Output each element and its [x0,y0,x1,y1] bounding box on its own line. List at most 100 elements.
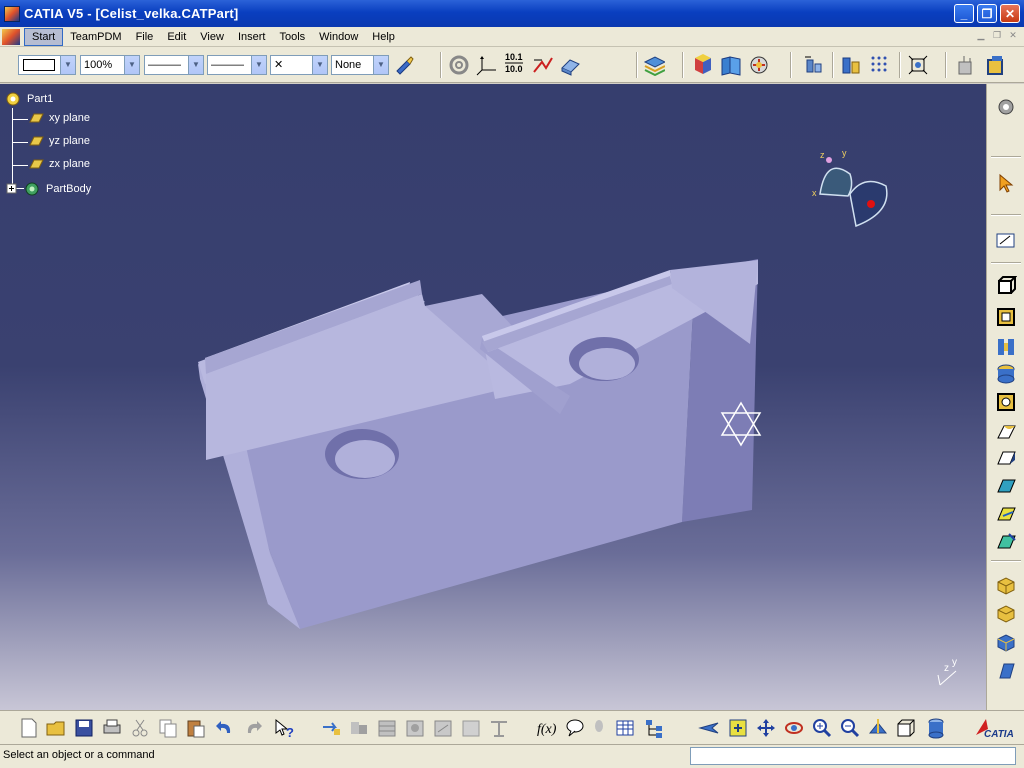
law-icon[interactable] [460,717,482,739]
zoom-in-icon[interactable] [811,717,833,739]
menu-teampdm[interactable]: TeamPDM [63,29,128,45]
hole-icon[interactable] [995,362,1017,384]
grid-icon[interactable] [869,54,891,76]
measure-icon[interactable]: 10.1 10.0 [503,52,525,74]
menu-help[interactable]: Help [365,29,402,45]
hide-show-icon[interactable] [956,54,978,76]
thread-icon[interactable] [995,574,1017,596]
shell-icon[interactable] [995,502,1017,524]
point-type-combo[interactable]: ✕ ▼ [270,55,328,75]
doc-restore-icon[interactable]: ❐ [990,30,1004,42]
design-table-icon[interactable] [488,717,510,739]
reaction-icon[interactable] [432,717,454,739]
snap-icon[interactable] [532,54,554,76]
swept-icon[interactable] [448,54,470,76]
menu-view[interactable]: View [193,29,231,45]
layer-combo[interactable]: None ▼ [331,55,389,75]
tree-icon[interactable] [643,717,665,739]
svg-text:CATIA: CATIA [984,729,1014,740]
menu-start[interactable]: Start [24,27,64,46]
toolbar-separator [991,262,1021,264]
zoom-out-icon[interactable] [839,717,861,739]
doc-close-icon[interactable]: ✕ [1006,30,1020,42]
line-color-combo[interactable]: ▼ [18,55,76,75]
line-weight-combo[interactable]: ——— ▼ [207,55,267,75]
light-bulb-icon[interactable] [588,717,610,739]
fit-all-bottom-icon[interactable] [727,717,749,739]
split-icon[interactable] [995,631,1017,653]
draft-icon[interactable] [995,474,1017,496]
restore-button[interactable]: ❐ [977,4,997,23]
menu-tools[interactable]: Tools [272,29,312,45]
doc-minimize-icon[interactable]: ▁ [974,30,988,42]
menu-insert[interactable]: Insert [231,29,273,45]
redo-icon[interactable] [243,717,265,739]
transparency-combo[interactable]: 100% ▼ [80,55,140,75]
cut-icon[interactable] [129,717,151,739]
pocket-icon[interactable] [995,305,1017,327]
sketcher-analysis-icon[interactable] [803,54,825,76]
chevron-down-icon[interactable]: ▼ [124,56,139,74]
rotate-icon[interactable] [783,717,805,739]
close-button[interactable]: ✕ [1000,4,1020,23]
knowledge-rules-icon[interactable] [404,717,426,739]
print-icon[interactable] [101,717,123,739]
compass-widget[interactable]: z y x [808,146,898,236]
catia-app-icon[interactable] [4,5,20,22]
pad-icon[interactable] [995,274,1017,296]
sketch-icon[interactable] [995,228,1017,250]
swap-icon[interactable] [984,54,1006,76]
normal-view-icon[interactable] [867,717,889,739]
update-icon[interactable] [320,717,342,739]
shaft-icon[interactable] [995,335,1017,357]
render-icon[interactable] [748,54,770,76]
thickness-icon[interactable] [995,530,1017,552]
3d-viewport[interactable]: Part1 xy plane yz plane zx plane PartBod… [0,84,986,710]
select-arrow-icon[interactable] [995,172,1017,194]
rib-icon[interactable] [995,391,1017,413]
menu-edit[interactable]: Edit [160,29,193,45]
axis-system-icon[interactable] [476,54,498,76]
minimize-button[interactable]: _ [954,4,974,23]
chevron-down-icon[interactable]: ▼ [373,56,388,74]
rotate-gear-icon[interactable] [995,96,1017,118]
fillet-icon[interactable] [995,420,1017,442]
fit-all-icon[interactable] [907,54,929,76]
formula-icon[interactable]: f(x) [536,717,558,739]
table-icon[interactable] [614,717,636,739]
table-view-icon[interactable] [376,717,398,739]
menu-window[interactable]: Window [312,29,365,45]
chevron-down-icon[interactable]: ▼ [60,56,75,74]
pan-icon[interactable] [755,717,777,739]
fly-mode-icon[interactable] [348,717,370,739]
chevron-down-icon[interactable]: ▼ [188,56,203,74]
comment-icon[interactable] [564,717,586,739]
chevron-down-icon[interactable]: ▼ [312,56,327,74]
remove-face-icon[interactable] [995,602,1017,624]
whats-this-icon[interactable]: ? [273,717,295,739]
copy-icon[interactable] [157,717,179,739]
compass-z-label: z [820,150,825,160]
command-input[interactable] [690,747,1016,765]
apply-material-icon[interactable] [692,54,714,76]
menu-file[interactable]: File [129,29,161,45]
catia-menu-logo-icon[interactable] [2,28,20,45]
line-type-combo[interactable]: ——— ▼ [144,55,204,75]
undo-icon[interactable] [213,717,235,739]
save-icon[interactable] [73,717,95,739]
fly-mode-plane-icon[interactable] [698,717,720,739]
paste-icon[interactable] [185,717,207,739]
views-icon[interactable] [895,717,917,739]
chevron-down-icon[interactable]: ▼ [251,56,266,74]
surface-icon[interactable] [559,54,581,76]
chamfer-icon[interactable] [995,446,1017,468]
knowledge-icon[interactable] [840,54,862,76]
open-icon[interactable] [45,717,67,739]
render-style-icon[interactable] [925,717,947,739]
new-icon[interactable] [18,717,40,739]
compass-red-dot [867,200,875,208]
fill-brush-icon[interactable] [393,54,415,76]
layer-stack-icon[interactable] [643,54,665,76]
catalog-icon[interactable] [720,54,742,76]
thick-surface-icon[interactable] [995,660,1017,682]
